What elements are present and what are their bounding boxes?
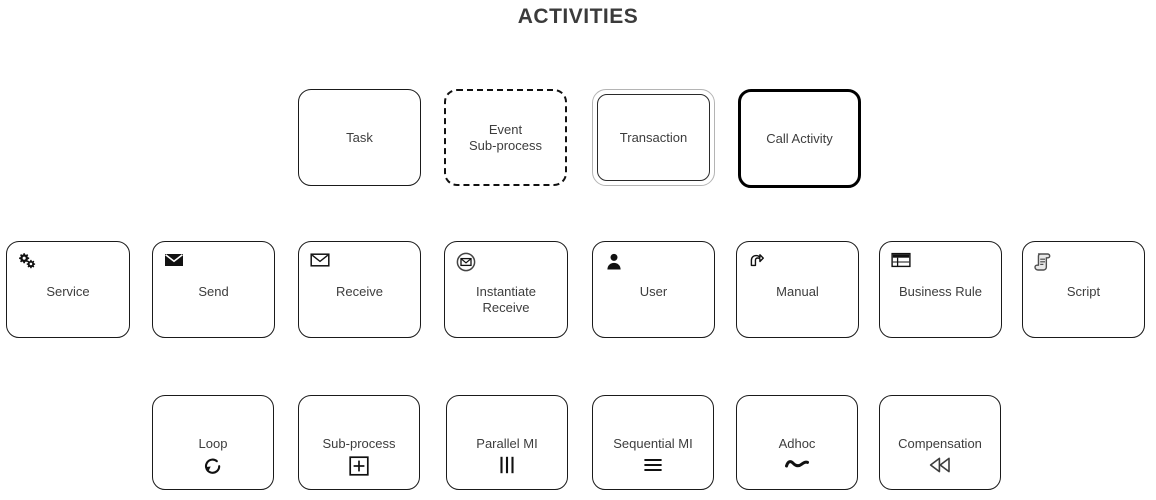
- activity-label-user: User: [639, 284, 668, 299]
- activity-shape-business-rule[interactable]: Business Rule: [879, 241, 1002, 338]
- table-icon: [891, 252, 911, 272]
- activity-shape-receive[interactable]: Receive: [298, 241, 421, 338]
- activity-shape-loop[interactable]: Loop: [152, 395, 274, 490]
- parallel-mi-marker: [447, 455, 567, 477]
- activity-shape-send[interactable]: Send: [152, 241, 275, 338]
- envelope-filled-icon: [164, 252, 184, 272]
- activity-shape-instantiate-receive[interactable]: Instantiate Receive: [444, 241, 568, 338]
- tilde-marker: [737, 455, 857, 477]
- activity-shape-script[interactable]: Script: [1022, 241, 1145, 338]
- page-title: ACTIVITIES: [517, 5, 639, 28]
- sequential-mi-marker: [593, 455, 713, 477]
- activity-label-script: Script: [1066, 284, 1101, 299]
- envelope-circled-icon: [456, 252, 476, 272]
- activity-label-sub-process: Sub-process: [322, 436, 396, 451]
- activity-shape-task[interactable]: Task: [298, 89, 421, 186]
- activity-label-compensation: Compensation: [898, 436, 982, 451]
- plus-box-marker: [299, 455, 419, 477]
- activity-label-call-activity: Call Activity: [766, 130, 833, 146]
- activity-shape-parallel-mi[interactable]: Parallel MI: [446, 395, 568, 490]
- gears-icon: [18, 252, 38, 272]
- person-icon: [604, 252, 624, 272]
- compensation-marker: [880, 455, 1000, 477]
- activity-label-business-rule: Business Rule: [898, 284, 983, 299]
- activity-label-transaction: Transaction: [619, 129, 688, 145]
- activity-label-receive: Receive: [336, 284, 383, 299]
- activity-shape-manual[interactable]: Manual: [736, 241, 859, 338]
- activity-shape-sub-process[interactable]: Sub-process: [298, 395, 420, 490]
- activity-shape-call-activity[interactable]: Call Activity: [738, 89, 861, 188]
- activity-label-adhoc: Adhoc: [778, 436, 816, 451]
- activity-shape-transaction[interactable]: Transaction: [592, 89, 715, 186]
- activity-label-service: Service: [46, 284, 90, 299]
- activity-shape-sequential-mi[interactable]: Sequential MI: [592, 395, 714, 490]
- activity-label-parallel-mi: Parallel MI: [476, 436, 538, 451]
- hand-icon: [748, 252, 768, 272]
- activity-label-sequential-mi: Sequential MI: [613, 436, 693, 451]
- activity-shape-compensation[interactable]: Compensation: [879, 395, 1001, 490]
- activity-shape-service[interactable]: Service: [6, 241, 130, 338]
- activity-shape-adhoc[interactable]: Adhoc: [736, 395, 858, 490]
- envelope-outline-icon: [310, 252, 330, 272]
- scroll-icon: [1034, 252, 1054, 272]
- activity-label-manual: Manual: [776, 284, 819, 299]
- activity-label-task: Task: [346, 129, 373, 145]
- activity-shape-user[interactable]: User: [592, 241, 715, 338]
- activity-label-loop: Loop: [198, 436, 228, 451]
- loop-marker: [153, 455, 273, 477]
- activity-label-send: Send: [198, 284, 229, 299]
- activity-label-event-sub-process: Event Sub-process: [469, 121, 542, 153]
- activity-shape-event-sub-process[interactable]: Event Sub-process: [444, 89, 567, 186]
- activity-label-instantiate-receive: Instantiate Receive: [476, 284, 536, 315]
